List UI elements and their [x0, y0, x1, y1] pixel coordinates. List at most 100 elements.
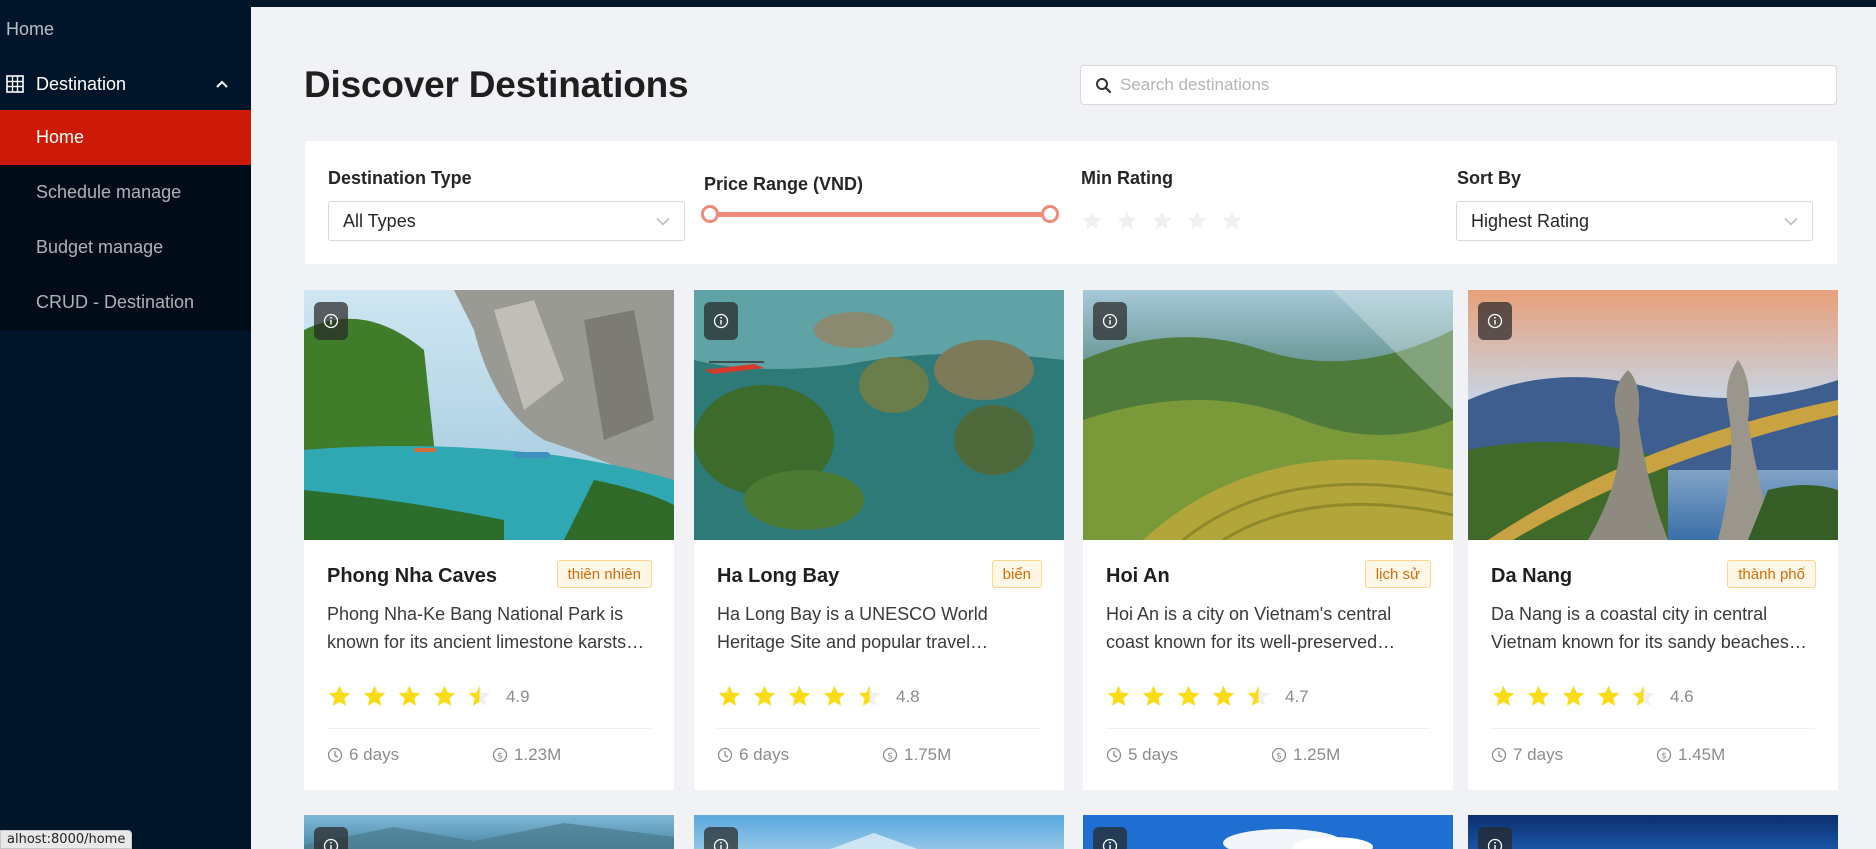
info-button[interactable] — [1478, 827, 1512, 849]
sidebar-item-home[interactable]: Home — [0, 110, 251, 165]
info-button[interactable] — [314, 827, 348, 849]
info-icon — [713, 838, 729, 849]
destination-type-select[interactable]: All Types — [328, 201, 685, 241]
search-box[interactable] — [1080, 65, 1837, 105]
destination-card[interactable]: Ha Long Bay biển Ha Long Bay is a UNESCO… — [694, 290, 1064, 790]
card-divider — [717, 728, 1041, 729]
clock-icon — [1491, 747, 1507, 763]
svg-text:$: $ — [887, 752, 893, 762]
star-filled-icon — [1212, 685, 1235, 706]
destination-card[interactable] — [1468, 815, 1838, 849]
duration: 6 days — [327, 745, 399, 765]
rating-value: 4.6 — [1670, 686, 1694, 706]
svg-text:$: $ — [497, 752, 503, 762]
destination-image — [1468, 290, 1838, 540]
price-min-handle[interactable] — [701, 205, 719, 223]
star-half-icon — [858, 685, 881, 706]
sidebar-group-label: Destination — [36, 73, 127, 94]
info-button[interactable] — [1093, 827, 1127, 849]
sidebar-group-destination[interactable]: Destination — [0, 58, 251, 110]
rating-value: 4.9 — [506, 686, 530, 706]
destination-name: Da Nang — [1491, 565, 1573, 587]
destination-name: Phong Nha Caves — [327, 565, 498, 587]
sidebar-item-schedule-manage[interactable]: Schedule manage — [0, 165, 251, 220]
destination-card[interactable]: Phong Nha Caves thiên nhiên Phong Nha-Ke… — [304, 290, 674, 790]
sidebar-item-budget-manage[interactable]: Budget manage — [0, 220, 251, 275]
sidebar-item-label: Schedule manage — [36, 182, 182, 202]
star-filled-icon — [1527, 685, 1550, 706]
star-filled-icon — [718, 685, 741, 706]
destination-card[interactable]: Da Nang thành phố Da Nang is a coastal c… — [1468, 290, 1838, 790]
destination-image — [694, 815, 1064, 849]
info-button[interactable] — [1478, 302, 1512, 340]
top-bar — [251, 0, 1876, 7]
destination-name: Ha Long Bay — [717, 565, 840, 587]
dollar-icon: $ — [1271, 747, 1287, 763]
destination-image — [304, 290, 674, 540]
duration-value: 5 days — [1128, 745, 1179, 764]
min-rating-stars[interactable] — [1081, 210, 1243, 232]
min-rating-label: Min Rating — [1081, 168, 1173, 188]
page-title: Discover Destinations — [304, 64, 689, 105]
star-empty-icon — [1082, 211, 1102, 230]
browser-status-url: alhost:8000/home — [0, 830, 133, 849]
star-filled-icon — [1562, 685, 1585, 706]
star-filled-icon — [1177, 685, 1200, 706]
destination-description: Phong Nha-Ke Bang National Park is known… — [327, 604, 627, 652]
destination-card[interactable] — [694, 815, 1064, 849]
destination-card[interactable] — [304, 815, 674, 849]
info-button[interactable] — [704, 827, 738, 849]
cave-river-photo — [304, 290, 674, 540]
star-half-icon — [1632, 685, 1655, 706]
info-button[interactable] — [704, 302, 738, 340]
sort-by-select[interactable]: Highest Rating — [1456, 201, 1813, 241]
filter-panel: Destination Type All Types Price Range (… — [305, 141, 1837, 264]
price: $ 1.25M — [1271, 745, 1340, 765]
sort-by-value: Highest Rating — [1471, 210, 1590, 231]
info-button[interactable] — [314, 302, 348, 340]
info-icon — [1102, 838, 1118, 849]
info-icon — [1487, 838, 1503, 849]
dollar-icon: $ — [492, 747, 508, 763]
duration-value: 6 days — [349, 745, 400, 764]
star-half-icon — [468, 685, 491, 706]
sidebar-item-label: Budget manage — [36, 237, 164, 257]
destination-card[interactable] — [1083, 815, 1453, 849]
star-empty-icon — [1152, 211, 1172, 230]
rating-stars: 4.9 — [327, 684, 530, 709]
table-icon — [6, 75, 24, 93]
star-filled-icon — [1492, 685, 1515, 706]
price-range-label: Price Range (VND) — [704, 174, 864, 194]
search-icon — [1096, 77, 1112, 93]
rating-stars: 4.7 — [1106, 684, 1309, 709]
sidebar-item-label: Home — [36, 127, 85, 147]
duration: 7 days — [1491, 745, 1563, 765]
rating-stars: 4.6 — [1491, 684, 1694, 709]
destination-name: Hoi An — [1106, 565, 1170, 587]
price-max-handle[interactable] — [1041, 205, 1059, 223]
rating-stars: 4.8 — [717, 684, 920, 709]
sort-by-label: Sort By — [1457, 168, 1522, 188]
sidebar-item-home-top[interactable]: Home — [0, 0, 251, 58]
category-tag: biển — [991, 560, 1042, 588]
destination-card[interactable]: Hoi An lịch sử Hoi An is a city on Vietn… — [1083, 290, 1453, 790]
info-icon — [1102, 313, 1118, 329]
price-range-slider[interactable] — [710, 212, 1050, 217]
destination-description: Ha Long Bay is a UNESCO World Heritage S… — [717, 604, 988, 652]
star-filled-icon — [753, 685, 776, 706]
star-filled-icon — [363, 685, 386, 706]
star-filled-icon — [433, 685, 456, 706]
info-button[interactable] — [1093, 302, 1127, 340]
dollar-icon: $ — [882, 747, 898, 763]
destination-image — [1083, 290, 1453, 540]
star-empty-icon — [1222, 211, 1242, 230]
star-filled-icon — [398, 685, 421, 706]
price-value: 1.25M — [1293, 745, 1341, 764]
chevron-down-icon — [1784, 217, 1798, 226]
sidebar-item-crud-destination[interactable]: CRUD - Destination — [0, 275, 251, 330]
search-input[interactable] — [1120, 67, 1836, 103]
destination-image — [1083, 815, 1453, 849]
star-filled-icon — [1597, 685, 1620, 706]
info-icon — [323, 313, 339, 329]
duration: 5 days — [1106, 745, 1178, 765]
